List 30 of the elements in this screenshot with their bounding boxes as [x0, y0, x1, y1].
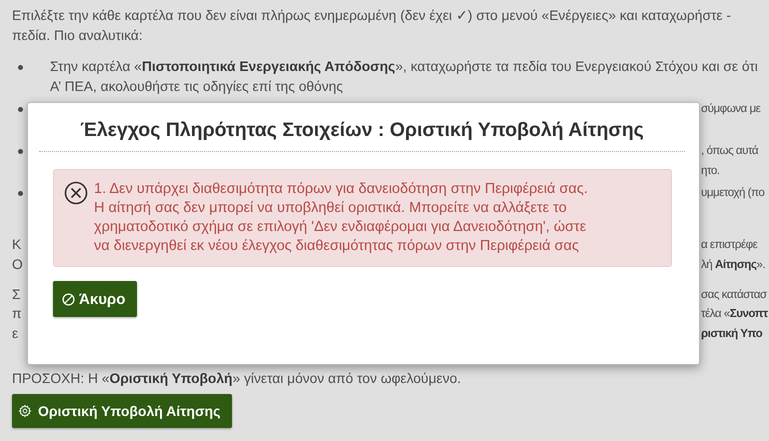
paragraph-text: α επιστρέφε [701, 237, 758, 253]
paragraph-text: σας κατάστασ [701, 286, 768, 302]
dialog-title: Έλεγχος Πληρότητας Στοιχείων : Οριστική Υποβολή Αίτησης [39, 117, 685, 152]
paragraph-text: Α’ ΠΕΑ, ακολουθήστε τις οδηγίες επί της οθόνης [50, 78, 343, 96]
paragraph-text: ΠΡΟΣΟΧΗ: Η «Οριστική Υποβολή» γίνεται μόνον από τον ωφελούμενο. [12, 370, 461, 388]
paragraph-text: ητο. [701, 162, 721, 178]
cancel-button[interactable]: Άκυρο [53, 281, 138, 317]
submit-button[interactable]: Οριστική Υποβολή Αίτησης [12, 394, 232, 428]
close-circle-icon [64, 181, 88, 205]
paragraph-text: Σ [12, 286, 21, 304]
paragraph-text: λή Αίτησης». [701, 256, 766, 272]
paragraph-text: Κ [12, 236, 22, 254]
paragraph-text: Επιλέξτε την κάθε καρτέλα που δεν είναι πλήρως ενημερωμένη (δεν έχει ✓) στο μενού «Ενέργειες» και καταχωρήστε - [12, 7, 731, 25]
paragraph-text: Ο [12, 256, 23, 274]
error-message: 1. Δεν υπάρχει διαθεσιμότητα πόρων για δανειοδότηση στην Περιφέρειά σας. Η αίτησή σας δεν μπορεί να υποβληθεί οριστικά. Μπορείτε να αλλάξετε το χρηματοδοτικό σχήμα σε επιλογή 'Δεν ενδιαφέρομαι για Δανειοδότηση', ώστε να διενεργηθεί εκ νέου έλεγχος διαθεσιμότητας πόρων στην Περιφέρειά σας [94, 180, 589, 256]
paragraph-text: ριστική Υπο [701, 326, 764, 342]
bullet-icon [18, 149, 23, 154]
paragraph-text: , όπως αυτά [701, 143, 760, 159]
bullet-icon [18, 65, 23, 70]
prohibited-icon [62, 292, 75, 306]
bullet-icon [18, 107, 23, 112]
gear-icon [18, 404, 32, 418]
paragraph-text: υμμετοχή (πο [701, 185, 766, 201]
bullet-icon [18, 191, 23, 196]
paragraph-text: ε [12, 324, 18, 342]
paragraph-text: σύμφωνα με [701, 101, 762, 117]
paragraph-text: πεδία. Πιο αναλυτικά: [12, 26, 143, 44]
paragraph-text: τέλα «Συνοπτ [701, 306, 769, 322]
paragraph-text: π [12, 305, 22, 323]
paragraph-text: Στην καρτέλα «Πιστοποιητικά Ενεργειακής Απόδοσης», καταχωρήστε τα πεδία του Ενεργειακού Στόχου και σε ότι [50, 58, 758, 76]
